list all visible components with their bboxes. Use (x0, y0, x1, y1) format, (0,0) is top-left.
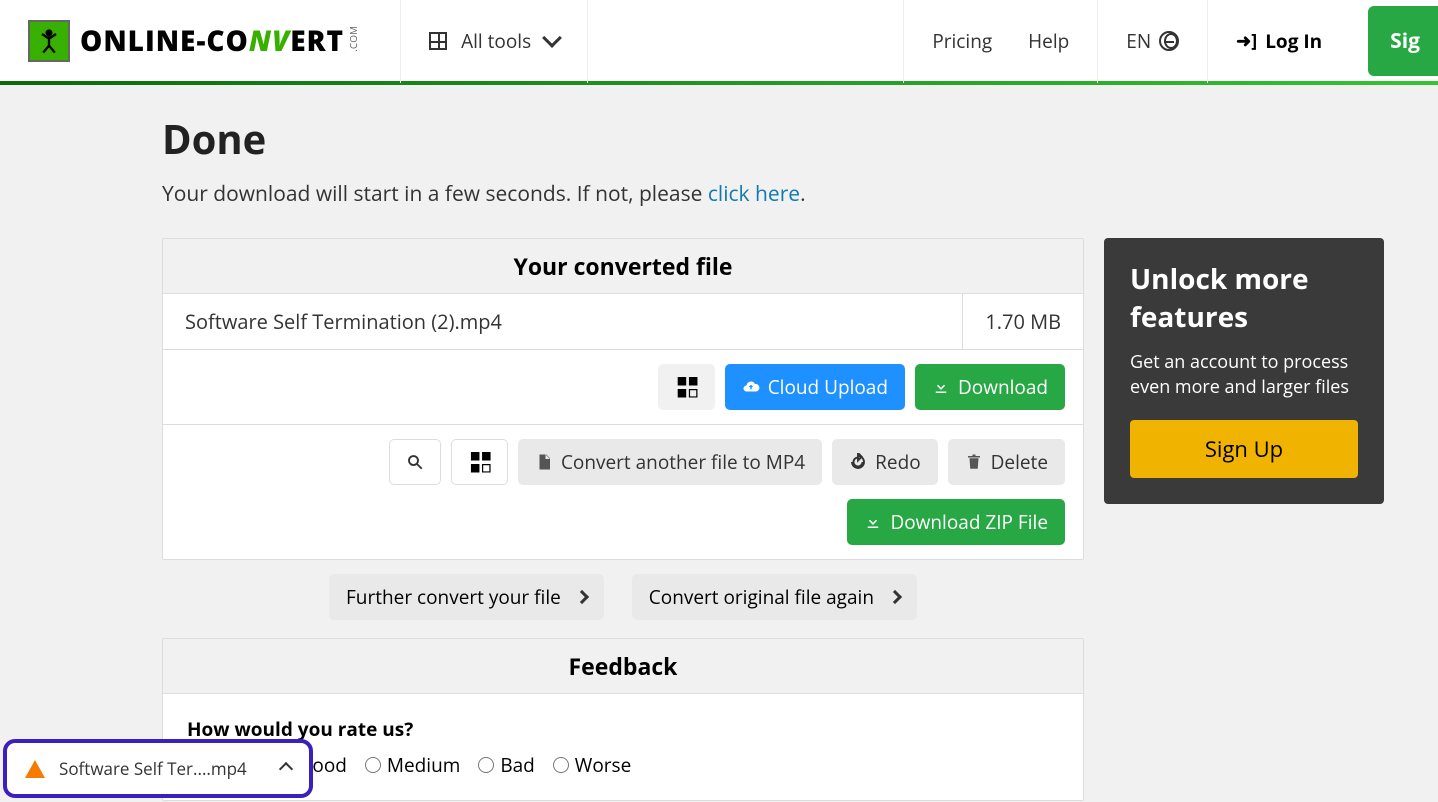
page-subtitle: Your download will start in a few second… (162, 180, 1384, 208)
cloud-upload-button[interactable]: Cloud Upload (725, 364, 905, 410)
header: ONLINE-CONVERT .COM All tools Pricing He… (0, 0, 1438, 85)
file-row: Software Self Termination (2).mp4 1.70 M… (163, 294, 1083, 350)
redo-icon (849, 453, 867, 471)
download-zip-button[interactable]: Download ZIP File (847, 499, 1065, 545)
logo[interactable]: ONLINE-CONVERT .COM (0, 20, 400, 62)
logo-icon (28, 20, 70, 62)
grid-icon (429, 32, 447, 50)
nav-all-tools[interactable]: All tools (400, 0, 588, 83)
logo-com: .COM (346, 26, 360, 52)
sidecard-desc: Get an account to process even more and … (1130, 350, 1358, 400)
trash-icon (965, 453, 983, 471)
cloud-icon (742, 378, 760, 396)
unlock-features-card: Unlock more features Get an account to p… (1104, 238, 1384, 504)
logo-text: ONLINE-CONVERT (80, 22, 344, 60)
login-button[interactable]: ➜] Log In (1207, 0, 1350, 83)
browser-download-item[interactable]: Software Self Ter....mp4 (3, 739, 313, 798)
further-convert-button[interactable]: Further convert your file (329, 574, 604, 620)
sidecard-signup-button[interactable]: Sign Up (1130, 420, 1358, 478)
redo-button[interactable]: Redo (832, 439, 937, 485)
login-icon: ➜] (1236, 29, 1257, 53)
download-icon (932, 378, 950, 396)
panel-header: Your converted file (163, 239, 1083, 294)
chevron-up-icon[interactable] (279, 761, 293, 775)
vlc-icon (25, 760, 45, 778)
download-button[interactable]: Download (915, 364, 1065, 410)
feedback-opt-worse[interactable]: Worse (553, 752, 631, 778)
convert-another-button[interactable]: Convert another file to MP4 (518, 439, 822, 485)
file-icon (535, 453, 553, 471)
nav-lang[interactable]: EN (1097, 0, 1207, 83)
qr-icon: ▪▪▪▫ (468, 450, 491, 474)
radio-worse[interactable] (553, 757, 569, 773)
nav-pricing[interactable]: Pricing (903, 0, 1020, 83)
qr-icon: ▪▪▪▫ (675, 375, 698, 399)
radio-bad[interactable] (478, 757, 494, 773)
feedback-header: Feedback (163, 639, 1083, 694)
nav-help[interactable]: Help (1020, 0, 1097, 83)
delete-button[interactable]: Delete (948, 439, 1065, 485)
sidecard-title: Unlock more features (1130, 260, 1358, 336)
chevron-down-icon (542, 28, 562, 48)
chevron-right-icon (888, 590, 902, 604)
page-title: Done (162, 111, 1384, 166)
qr-button-small[interactable]: ▪▪▪▫ (658, 364, 715, 410)
qr-button-large[interactable]: ▪▪▪▫ (451, 439, 508, 485)
download-icon (864, 513, 882, 531)
magnify-button[interactable] (389, 439, 441, 485)
chevron-right-icon (575, 590, 589, 604)
feedback-opt-bad[interactable]: Bad (478, 752, 534, 778)
signup-button[interactable]: Sig (1368, 6, 1438, 76)
feedback-opt-medium[interactable]: Medium (365, 752, 460, 778)
search-icon (406, 453, 424, 471)
file-name: Software Self Termination (2).mp4 (163, 294, 962, 349)
file-size: 1.70 MB (962, 294, 1083, 349)
converted-file-panel: Your converted file Software Self Termin… (162, 238, 1084, 560)
globe-icon (1159, 31, 1179, 51)
convert-again-button[interactable]: Convert original file again (632, 574, 917, 620)
download-file-name: Software Self Ter....mp4 (59, 757, 281, 780)
radio-medium[interactable] (365, 757, 381, 773)
click-here-link[interactable]: click here (708, 180, 800, 208)
